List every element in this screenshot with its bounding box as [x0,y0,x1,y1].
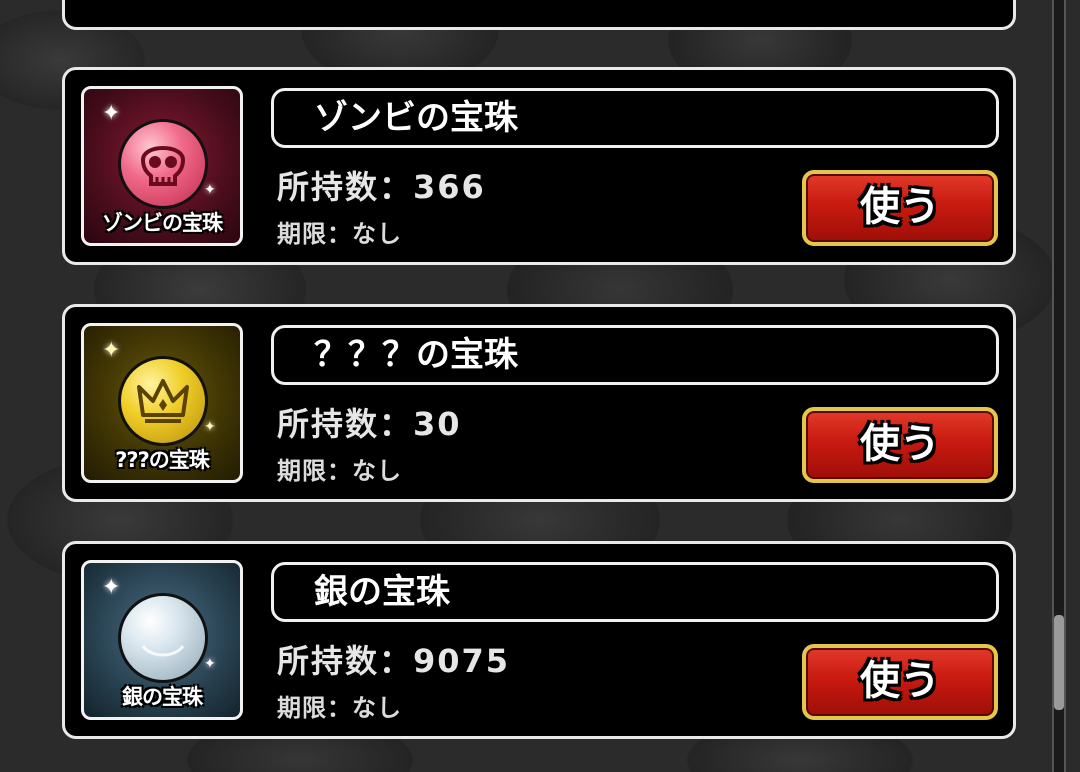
sparkle-icon: ✦ [204,182,216,198]
use-button[interactable]: 使う [802,644,998,720]
item-expiry: 期限：なし [277,220,402,248]
item-expiry: 期限：なし [277,457,402,485]
item-icon: ✦ ✦ ゾンビの宝珠 [81,86,243,246]
item-count: 所持数：366 [277,168,486,206]
item-card: ✦ ✦ ???の宝珠 ？？？の宝珠 所持数：30 期限：なし 使う [62,304,1016,502]
item-icon-label: ???の宝珠 [115,448,210,472]
use-button[interactable]: 使う [802,170,998,246]
scrollbar-thumb[interactable] [1054,615,1064,710]
item-icon-label: 銀の宝珠 [122,685,203,709]
sparkle-icon: ✦ [204,656,216,672]
silver-orb-icon [118,593,208,683]
item-name: ゾンビの宝珠 [271,88,999,148]
item-card: ✦ ✦ 銀の宝珠 銀の宝珠 所持数：9075 期限：なし 使う [62,541,1016,739]
item-icon: ✦ ✦ ???の宝珠 [81,323,243,483]
item-name: 銀の宝珠 [271,562,999,622]
crown-orb-icon [118,356,208,446]
item-name: ？？？の宝珠 [271,325,999,385]
sparkle-icon: ✦ [204,419,216,435]
skull-orb-icon [118,119,208,209]
item-card-partial [62,0,1016,30]
item-icon-label: ゾンビの宝珠 [102,211,223,235]
item-card: ✦ ✦ ゾンビの宝珠 ゾンビの宝珠 所持数：366 期限：なし 使う [62,67,1016,265]
use-button[interactable]: 使う [802,407,998,483]
item-count: 所持数：30 [277,405,462,443]
item-count: 所持数：9075 [277,642,511,680]
item-icon: ✦ ✦ 銀の宝珠 [81,560,243,720]
item-expiry: 期限：なし [277,694,402,722]
